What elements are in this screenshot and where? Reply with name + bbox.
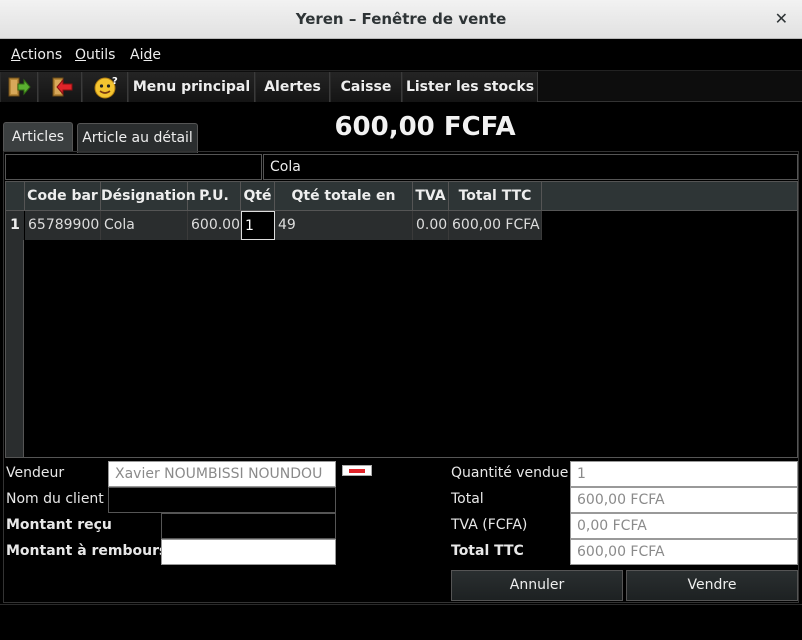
total-label: Total [451, 491, 484, 507]
col-total-ttc[interactable]: Total TTC [449, 182, 542, 211]
title-bar: Yeren – Fenêtre de vente ✕ [0, 0, 802, 39]
corner-header [6, 182, 25, 211]
col-pu[interactable]: P.U. [188, 182, 241, 211]
menu-outils[interactable]: Outils [75, 47, 115, 63]
col-code-bar[interactable]: Code bar [25, 182, 101, 211]
col-qte[interactable]: Qté [241, 182, 275, 211]
help-button[interactable]: ? [82, 72, 128, 102]
vendre-button[interactable]: Vendre [626, 570, 798, 601]
col-qte-stock[interactable]: Qté totale en stock [275, 182, 413, 232]
minus-icon [349, 469, 365, 473]
total-amount-display: 600,00 FCFA [334, 112, 516, 142]
vendeur-label: Vendeur [6, 465, 65, 481]
client-field[interactable] [108, 487, 336, 513]
montant-rembourser-field[interactable] [161, 539, 336, 565]
lister-stocks-button[interactable]: Lister les stocks [402, 72, 538, 102]
col-tva[interactable]: TVA [413, 182, 449, 211]
total-field: 600,00 FCFA [570, 487, 798, 513]
cell-code-bar[interactable]: 65789900 [25, 211, 101, 240]
remove-vendeur-button[interactable] [342, 465, 372, 476]
cell-qte-editor[interactable]: 1 [241, 211, 275, 240]
ttc-field: 600,00 FCFA [570, 539, 798, 565]
window-title: Yeren – Fenêtre de vente [295, 10, 507, 28]
menu-principal-button[interactable]: Menu principal [128, 72, 255, 102]
alertes-button[interactable]: Alertes [255, 72, 330, 102]
articles-table: Code bar Désignation P.U. Qté Qté totale… [5, 181, 798, 458]
logout-button[interactable] [0, 72, 38, 102]
exit-right-icon [8, 77, 31, 97]
cell-tva[interactable]: 0.00 [413, 211, 449, 240]
menu-outils-mnemonic: O [75, 47, 87, 63]
montant-rembourser-label: Montant à rembourser [6, 543, 184, 559]
client-label: Nom du client [6, 491, 104, 507]
menu-aide[interactable]: Aide [130, 47, 161, 63]
tab-articles[interactable]: Articles [3, 122, 73, 152]
ttc-label: Total TTC [451, 543, 524, 559]
quantite-label: Quantité vendue [451, 465, 569, 481]
row-number[interactable]: 1 [6, 211, 24, 240]
menu-aide-prefix: Ai [130, 47, 144, 63]
menu-bar: Actions Outils Aide [0, 39, 802, 70]
menu-aide-rest: e [152, 47, 161, 63]
tva-field: 0,00 FCFA [570, 513, 798, 539]
svg-text:?: ? [112, 76, 118, 87]
tva-label: TVA (FCFA) [451, 517, 528, 533]
menu-actions[interactable]: Actions [11, 47, 62, 63]
toolbar: ? Menu principal Alertes Caisse Lister l… [0, 70, 802, 102]
close-icon[interactable]: ✕ [775, 9, 788, 28]
col-designation[interactable]: Désignation [101, 182, 196, 211]
status-bar [0, 604, 802, 640]
menu-actions-mnemonic: A [11, 47, 21, 63]
cell-total-ttc[interactable]: 600,00 FCFA [449, 211, 542, 240]
cell-qte-stock[interactable]: 49 [275, 211, 413, 240]
menu-outils-label: utils [86, 47, 116, 63]
quantite-field: 1 [570, 461, 798, 487]
back-button[interactable] [38, 72, 82, 102]
cell-pu[interactable]: 600.00 [188, 211, 241, 240]
caisse-button[interactable]: Caisse [330, 72, 402, 102]
cell-designation[interactable]: Cola [101, 211, 188, 240]
annuler-button[interactable]: Annuler [451, 570, 623, 601]
help-smiley-icon: ? [94, 76, 118, 99]
montant-recu-field[interactable] [161, 513, 336, 539]
designation-search-input[interactable]: Cola [263, 154, 798, 180]
barcode-search-input[interactable] [5, 154, 262, 180]
montant-recu-label: Montant reçu [6, 517, 112, 533]
menu-actions-label: ctions [20, 47, 63, 63]
vendeur-field[interactable]: Xavier NOUMBISSI NOUNDOU [108, 461, 336, 487]
exit-left-icon [52, 77, 73, 97]
tab-article-detail[interactable]: Article au détail [77, 123, 198, 153]
